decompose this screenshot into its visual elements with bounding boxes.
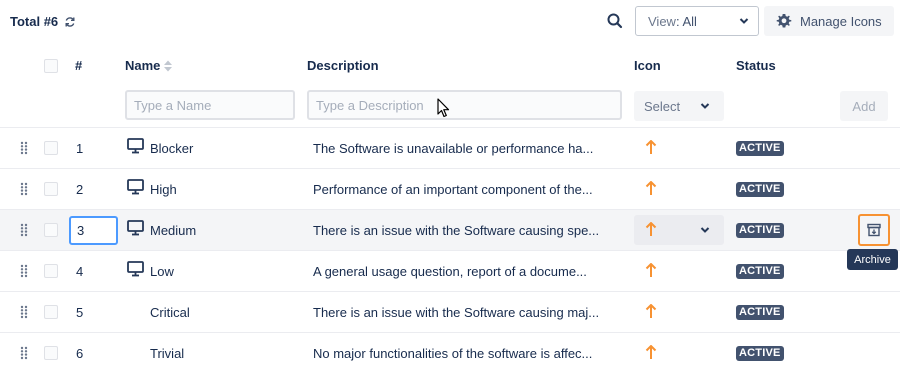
monitor-icon: [127, 261, 144, 277]
arrow-up-icon: [645, 140, 657, 154]
drag-handle-icon[interactable]: [20, 305, 28, 319]
table-row: 4 Low A general usage question, report o…: [0, 250, 900, 291]
gear-icon: [776, 14, 792, 28]
status-badge: ACTIVE: [736, 182, 784, 197]
column-name-label: Name: [125, 58, 161, 73]
row-number: 5: [76, 305, 84, 320]
row-checkbox[interactable]: [44, 182, 58, 196]
search-icon[interactable]: [606, 12, 624, 30]
sort-icon[interactable]: [163, 59, 173, 73]
row-name[interactable]: High: [150, 182, 177, 197]
icon-select-label: Select: [644, 98, 681, 114]
row-checkbox[interactable]: [44, 141, 58, 155]
row-checkbox[interactable]: [44, 305, 58, 319]
arrow-up-icon: [645, 263, 657, 277]
column-number: #: [75, 58, 83, 73]
chevron-down-icon: [739, 18, 749, 24]
row-description[interactable]: A general usage question, report of a do…: [313, 264, 613, 279]
row-number-input[interactable]: 3: [69, 216, 118, 245]
archive-button[interactable]: [858, 214, 890, 246]
add-button[interactable]: Add: [840, 91, 888, 121]
row-description[interactable]: The Software is unavailable or performan…: [313, 141, 613, 156]
row-description[interactable]: Performance of an important component of…: [313, 182, 613, 197]
table-row: 2 High Performance of an important compo…: [0, 168, 900, 209]
view-value: : All: [675, 13, 697, 29]
status-badge: ACTIVE: [736, 346, 784, 361]
status-badge: ACTIVE: [736, 305, 784, 320]
table-header: # Name Description Icon Status: [0, 52, 900, 80]
total-count: Total #6: [10, 14, 76, 29]
row-icon-select[interactable]: [634, 215, 724, 245]
row-checkbox[interactable]: [44, 346, 58, 360]
arrow-up-icon: [645, 222, 657, 236]
toolbar: Total #6 View : All Manage Icons: [0, 0, 900, 44]
refresh-icon[interactable]: [64, 16, 76, 28]
name-input[interactable]: [125, 90, 295, 120]
manage-icons-label: Manage Icons: [800, 13, 882, 29]
icon-select[interactable]: Select: [634, 91, 724, 121]
column-name[interactable]: Name: [125, 58, 173, 73]
arrow-up-icon: [645, 345, 657, 359]
row-description[interactable]: There is an issue with the Software caus…: [313, 223, 613, 238]
row-checkbox[interactable]: [44, 264, 58, 278]
drag-handle-icon[interactable]: [20, 182, 28, 196]
row-number: 6: [76, 346, 84, 361]
row-number: 2: [76, 182, 84, 197]
row-description[interactable]: No major functionalities of the software…: [313, 346, 613, 361]
row-name[interactable]: Trivial: [150, 346, 184, 361]
archive-tooltip: Archive: [847, 249, 898, 270]
table-row: 6 Trivial No major functionalities of th…: [0, 332, 900, 373]
monitor-icon: [127, 179, 144, 195]
status-badge: ACTIVE: [736, 223, 784, 238]
arrow-up-icon: [645, 304, 657, 318]
total-label: Total #6: [10, 14, 59, 29]
drag-handle-icon[interactable]: [20, 141, 28, 155]
row-number: 1: [76, 141, 84, 156]
drag-handle-icon[interactable]: [20, 264, 28, 278]
row-description[interactable]: There is an issue with the Software caus…: [313, 305, 613, 320]
priority-table: 1 Blocker The Software is unavailable or…: [0, 127, 900, 373]
description-input[interactable]: [307, 90, 622, 120]
column-description: Description: [307, 58, 379, 73]
select-all-checkbox[interactable]: [44, 59, 58, 73]
column-status: Status: [736, 58, 776, 73]
table-row: 3 Medium There is an issue with the Soft…: [0, 209, 900, 250]
drag-handle-icon[interactable]: [20, 346, 28, 360]
archive-icon: [867, 223, 881, 237]
row-name[interactable]: Low: [150, 264, 174, 279]
chevron-down-icon: [700, 103, 710, 109]
arrow-up-icon: [645, 181, 657, 195]
row-name[interactable]: Critical: [150, 305, 190, 320]
manage-icons-button[interactable]: Manage Icons: [764, 6, 894, 36]
row-name[interactable]: Blocker: [150, 141, 193, 156]
mouse-cursor-icon: [437, 98, 450, 118]
table-row: 1 Blocker The Software is unavailable or…: [0, 127, 900, 168]
view-label: View: [648, 13, 676, 29]
row-checkbox[interactable]: [44, 223, 58, 237]
monitor-icon: [127, 220, 144, 236]
view-filter-select[interactable]: View : All: [635, 6, 759, 36]
monitor-icon: [127, 138, 144, 154]
column-icon: Icon: [634, 58, 661, 73]
row-name[interactable]: Medium: [150, 223, 196, 238]
drag-handle-icon[interactable]: [20, 223, 28, 237]
row-number: 4: [76, 264, 84, 279]
chevron-down-icon: [700, 227, 710, 233]
status-badge: ACTIVE: [736, 264, 784, 279]
status-badge: ACTIVE: [736, 141, 784, 156]
table-row: 5 Critical There is an issue with the So…: [0, 291, 900, 332]
